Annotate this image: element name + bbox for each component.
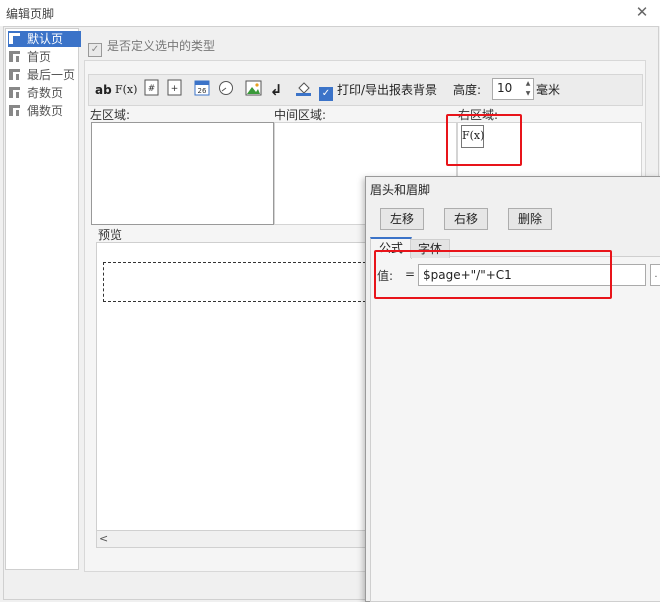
- svg-text:26: 26: [198, 87, 207, 95]
- move-left-button[interactable]: 左移: [380, 208, 424, 230]
- preview-footer-dashed: [103, 262, 366, 302]
- newline-icon[interactable]: ↲: [267, 79, 285, 101]
- page-item-label: 首页: [27, 50, 52, 64]
- stepper-down-icon[interactable]: ▼: [523, 89, 533, 98]
- formula-editor-button[interactable]: .: [650, 264, 660, 286]
- dialog-title: 眉头和眉脚: [370, 183, 431, 197]
- date-icon[interactable]: 26: [193, 79, 211, 101]
- page-item-label: 奇数页: [27, 86, 64, 100]
- insert-text-button[interactable]: ab: [95, 79, 112, 101]
- highlight-box-right-region: [446, 114, 522, 166]
- page-icon: [8, 68, 21, 81]
- page-item-label: 偶数页: [27, 104, 64, 118]
- page-item-label: 默认页: [27, 32, 64, 46]
- formula-tab-panel: [370, 256, 660, 602]
- height-value: 10: [497, 81, 513, 95]
- height-unit: 毫米: [536, 83, 561, 97]
- page-icon: [8, 86, 21, 99]
- image-icon[interactable]: [244, 79, 262, 101]
- toolbar: ab F(x) # + 26 ↲ ✓ 打印/导出报表背景 高度: 毫米: [88, 74, 643, 106]
- page-type-list: 默认页 首页 最后一页 奇数页 偶数页: [5, 28, 81, 570]
- preview-label: 预览: [98, 228, 123, 242]
- page-number-icon[interactable]: #: [143, 79, 161, 101]
- total-pages-icon[interactable]: +: [166, 79, 184, 101]
- scroll-left-icon[interactable]: <: [99, 531, 108, 547]
- delete-button[interactable]: 删除: [508, 208, 552, 230]
- left-region-label: 左区域:: [90, 108, 131, 122]
- page-icon: [8, 104, 21, 117]
- page-icon: [8, 50, 21, 63]
- close-icon[interactable]: ✕: [632, 2, 652, 22]
- title-bar: 编辑页脚 ✕: [0, 0, 660, 26]
- highlight-box-formula: [374, 250, 612, 299]
- preview-horizontal-scrollbar[interactable]: <: [96, 530, 368, 548]
- time-icon[interactable]: [217, 79, 235, 101]
- page-item-odd[interactable]: 奇数页: [8, 85, 63, 101]
- page-item-label: 最后一页: [27, 68, 76, 82]
- window-title: 编辑页脚: [6, 7, 55, 21]
- page-item-even[interactable]: 偶数页: [8, 103, 63, 119]
- custom-type-row[interactable]: ✓ 是否定义选中的类型: [88, 37, 215, 57]
- custom-type-checkbox[interactable]: ✓: [88, 43, 102, 57]
- svg-text:+: +: [171, 84, 179, 94]
- page-item-first[interactable]: 首页: [8, 49, 51, 65]
- print-export-background-row[interactable]: ✓ 打印/导出报表背景: [319, 79, 444, 101]
- middle-region-label: 中间区域:: [274, 108, 327, 122]
- move-right-button[interactable]: 右移: [444, 208, 488, 230]
- height-label: 高度:: [453, 83, 482, 97]
- insert-formula-button[interactable]: F(x): [115, 79, 137, 101]
- page-item-last[interactable]: 最后一页: [8, 67, 75, 83]
- print-export-label: 打印/导出报表背景: [337, 83, 438, 97]
- height-stepper[interactable]: 10 ▲ ▼: [492, 78, 534, 100]
- svg-text:#: #: [148, 84, 156, 94]
- page-icon: [8, 32, 21, 45]
- background-fill-icon[interactable]: [294, 79, 312, 101]
- edit-footer-window: 编辑页脚 ✕ 默认页 首页 最后一页 奇数页 偶数页 ✓ 是否定义选中的类型 ab…: [0, 0, 660, 602]
- stepper-up-icon[interactable]: ▲: [523, 79, 533, 88]
- custom-type-label: 是否定义选中的类型: [107, 39, 216, 53]
- page-item-default[interactable]: 默认页: [8, 31, 81, 47]
- left-region-box[interactable]: [91, 122, 274, 225]
- print-export-checkbox[interactable]: ✓: [319, 87, 333, 101]
